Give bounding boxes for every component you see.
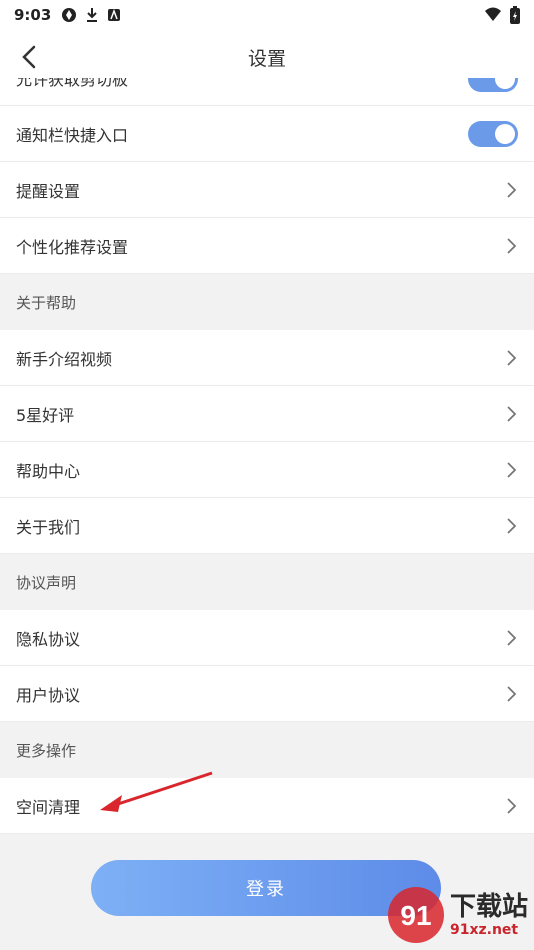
app-icon (108, 8, 121, 21)
row-five-star-review-label: 5星好评 (16, 405, 75, 425)
section-agreements-title: 协议声明 (0, 554, 534, 610)
chevron-right-icon (507, 630, 517, 646)
chevron-right-icon (507, 182, 517, 198)
svg-text:91: 91 (400, 900, 431, 931)
row-notification-shortcut-label: 通知栏快捷入口 (16, 125, 129, 145)
chevron-right-icon (507, 518, 517, 534)
row-about-us[interactable]: 关于我们 (0, 498, 534, 554)
row-user-agreement-label: 用户协议 (16, 685, 81, 705)
row-intro-video-label: 新手介绍视频 (16, 349, 113, 369)
chevron-right-icon (507, 686, 517, 702)
row-privacy-agreement[interactable]: 隐私协议 (0, 610, 534, 666)
row-help-center-label: 帮助中心 (16, 461, 81, 481)
chevron-right-icon (507, 238, 517, 254)
row-user-agreement[interactable]: 用户协议 (0, 666, 534, 722)
section-more-title: 更多操作 (0, 722, 534, 778)
row-about-us-label: 关于我们 (16, 517, 81, 537)
sync-icon (62, 8, 77, 22)
page-title: 设置 (247, 47, 286, 70)
section-help-title: 关于帮助 (0, 274, 534, 330)
wifi-icon (485, 7, 501, 21)
row-intro-video[interactable]: 新手介绍视频 (0, 330, 534, 386)
chevron-right-icon (507, 406, 517, 422)
status-time: 9:03 (14, 6, 52, 24)
row-notification-shortcut[interactable]: 通知栏快捷入口 (0, 106, 534, 162)
watermark-text-small: 91xz.net (449, 922, 519, 938)
chevron-right-icon (507, 798, 517, 814)
row-clipboard[interactable]: 允许获取剪切板 (0, 78, 534, 106)
watermark-text-big: 下载站 (449, 892, 528, 922)
battery-icon (510, 6, 520, 24)
row-reminder-settings-label: 提醒设置 (16, 181, 81, 201)
status-icons-left (61, 7, 121, 23)
notification-shortcut-toggle[interactable] (468, 121, 518, 147)
chevron-right-icon (507, 462, 517, 478)
row-five-star-review[interactable]: 5星好评 (0, 386, 534, 442)
back-arrow-icon[interactable] (14, 42, 44, 72)
download-icon (87, 8, 98, 22)
status-icons-right (484, 6, 520, 24)
row-space-cleanup-label: 空间清理 (16, 797, 81, 817)
row-personalized-recommendation-label: 个性化推荐设置 (16, 237, 129, 257)
row-personalized-recommendation[interactable]: 个性化推荐设置 (0, 218, 534, 274)
row-space-cleanup[interactable]: 空间清理 (0, 778, 534, 834)
row-clipboard-label: 允许获取剪切板 (16, 78, 129, 89)
watermark-logo-icon: 91 (387, 887, 444, 943)
clipboard-toggle[interactable] (468, 78, 518, 92)
row-reminder-settings[interactable]: 提醒设置 (0, 162, 534, 218)
header: 设置 (0, 30, 534, 84)
row-help-center[interactable]: 帮助中心 (0, 442, 534, 498)
settings-list: 允许获取剪切板 通知栏快捷入口 提醒设置 个性化推荐设置 关于帮助 新手介绍视频… (0, 78, 534, 834)
chevron-right-icon (507, 350, 517, 366)
status-bar: 9:03 (0, 0, 534, 30)
row-privacy-agreement-label: 隐私协议 (16, 629, 81, 649)
watermark: 91 下载站 91xz.net (386, 885, 528, 945)
